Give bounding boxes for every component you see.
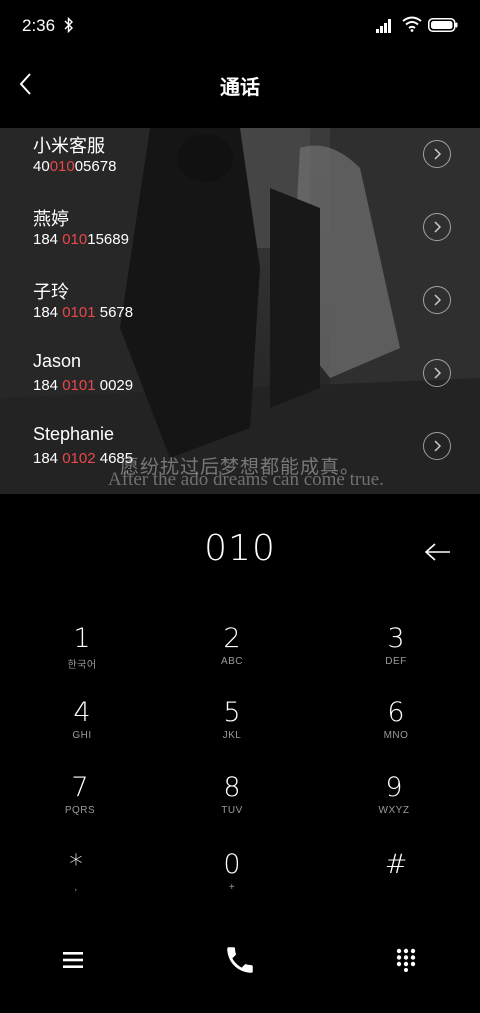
- details-button[interactable]: [423, 286, 451, 314]
- header: 通话: [0, 56, 480, 112]
- contact-name: 小米客服: [33, 136, 105, 156]
- contact-number: 4001005678: [33, 158, 117, 175]
- key-star[interactable]: *,: [11, 850, 141, 918]
- background-caption-en: After the ado dreams can come true.: [108, 469, 384, 490]
- chevron-right-icon: [434, 440, 442, 452]
- details-button[interactable]: [423, 432, 451, 460]
- chevron-right-icon: [434, 294, 442, 306]
- result-row[interactable]: 燕婷 184 01015689: [0, 201, 480, 274]
- key-4[interactable]: 4 GHI: [17, 698, 147, 766]
- battery-icon: [428, 18, 458, 32]
- contact-name: Stephanie: [33, 424, 115, 444]
- status-bar: 2:36: [0, 0, 480, 52]
- hamburger-menu-icon: [63, 952, 83, 968]
- bluetooth-icon: [64, 17, 73, 33]
- result-row[interactable]: 小米客服 4001005678: [0, 128, 480, 201]
- contact-name: Jason: [33, 351, 82, 371]
- key-6[interactable]: 6 MNO: [331, 698, 461, 766]
- chevron-right-icon: [434, 148, 442, 160]
- details-button[interactable]: [423, 140, 451, 168]
- menu-button[interactable]: [51, 940, 95, 980]
- dialpad-toggle-button[interactable]: [384, 940, 428, 980]
- signal-icon: [376, 19, 391, 33]
- key-7[interactable]: 7 PQRS: [15, 773, 145, 841]
- details-button[interactable]: [423, 213, 451, 241]
- backspace-arrow-icon: [424, 543, 450, 561]
- dialed-number: 010: [204, 528, 276, 569]
- contact-number: 184 0102 4685: [33, 450, 134, 467]
- chevron-right-icon: [434, 221, 442, 233]
- details-button[interactable]: [423, 359, 451, 387]
- key-hash[interactable]: #: [331, 850, 461, 918]
- contact-number: 184 0101 0029: [33, 377, 134, 394]
- call-button[interactable]: [218, 940, 262, 980]
- wifi-icon: [402, 16, 422, 32]
- key-2[interactable]: 2 ABC: [167, 624, 297, 692]
- result-row[interactable]: Jason 184 0101 0029: [0, 347, 480, 420]
- contact-number: 184 01015689: [33, 231, 129, 248]
- search-results: 小米客服 4001005678 燕婷 184 01015689 子玲 184 0…: [0, 128, 480, 494]
- result-row[interactable]: 子玲 184 0101 5678: [0, 274, 480, 347]
- chevron-right-icon: [434, 367, 442, 379]
- key-1[interactable]: 1 한국어: [17, 624, 147, 692]
- key-5[interactable]: 5 JKL: [167, 698, 297, 766]
- phone-icon: [227, 947, 253, 973]
- key-8[interactable]: 8 TUV: [167, 773, 297, 841]
- status-time: 2:36: [22, 16, 56, 35]
- key-3[interactable]: 3 DEF: [331, 624, 461, 692]
- key-0[interactable]: 0 +: [167, 850, 297, 918]
- page-title: 通话: [220, 75, 260, 99]
- dial-display: 010: [0, 524, 480, 580]
- bottom-bar: [0, 930, 480, 990]
- contact-name: 燕婷: [33, 209, 69, 229]
- dialpad-icon: [396, 948, 416, 972]
- key-9[interactable]: 9 WXYZ: [329, 773, 459, 841]
- backspace-button[interactable]: [418, 538, 458, 566]
- contact-number: 184 0101 5678: [33, 304, 134, 321]
- contact-name: 子玲: [33, 282, 69, 302]
